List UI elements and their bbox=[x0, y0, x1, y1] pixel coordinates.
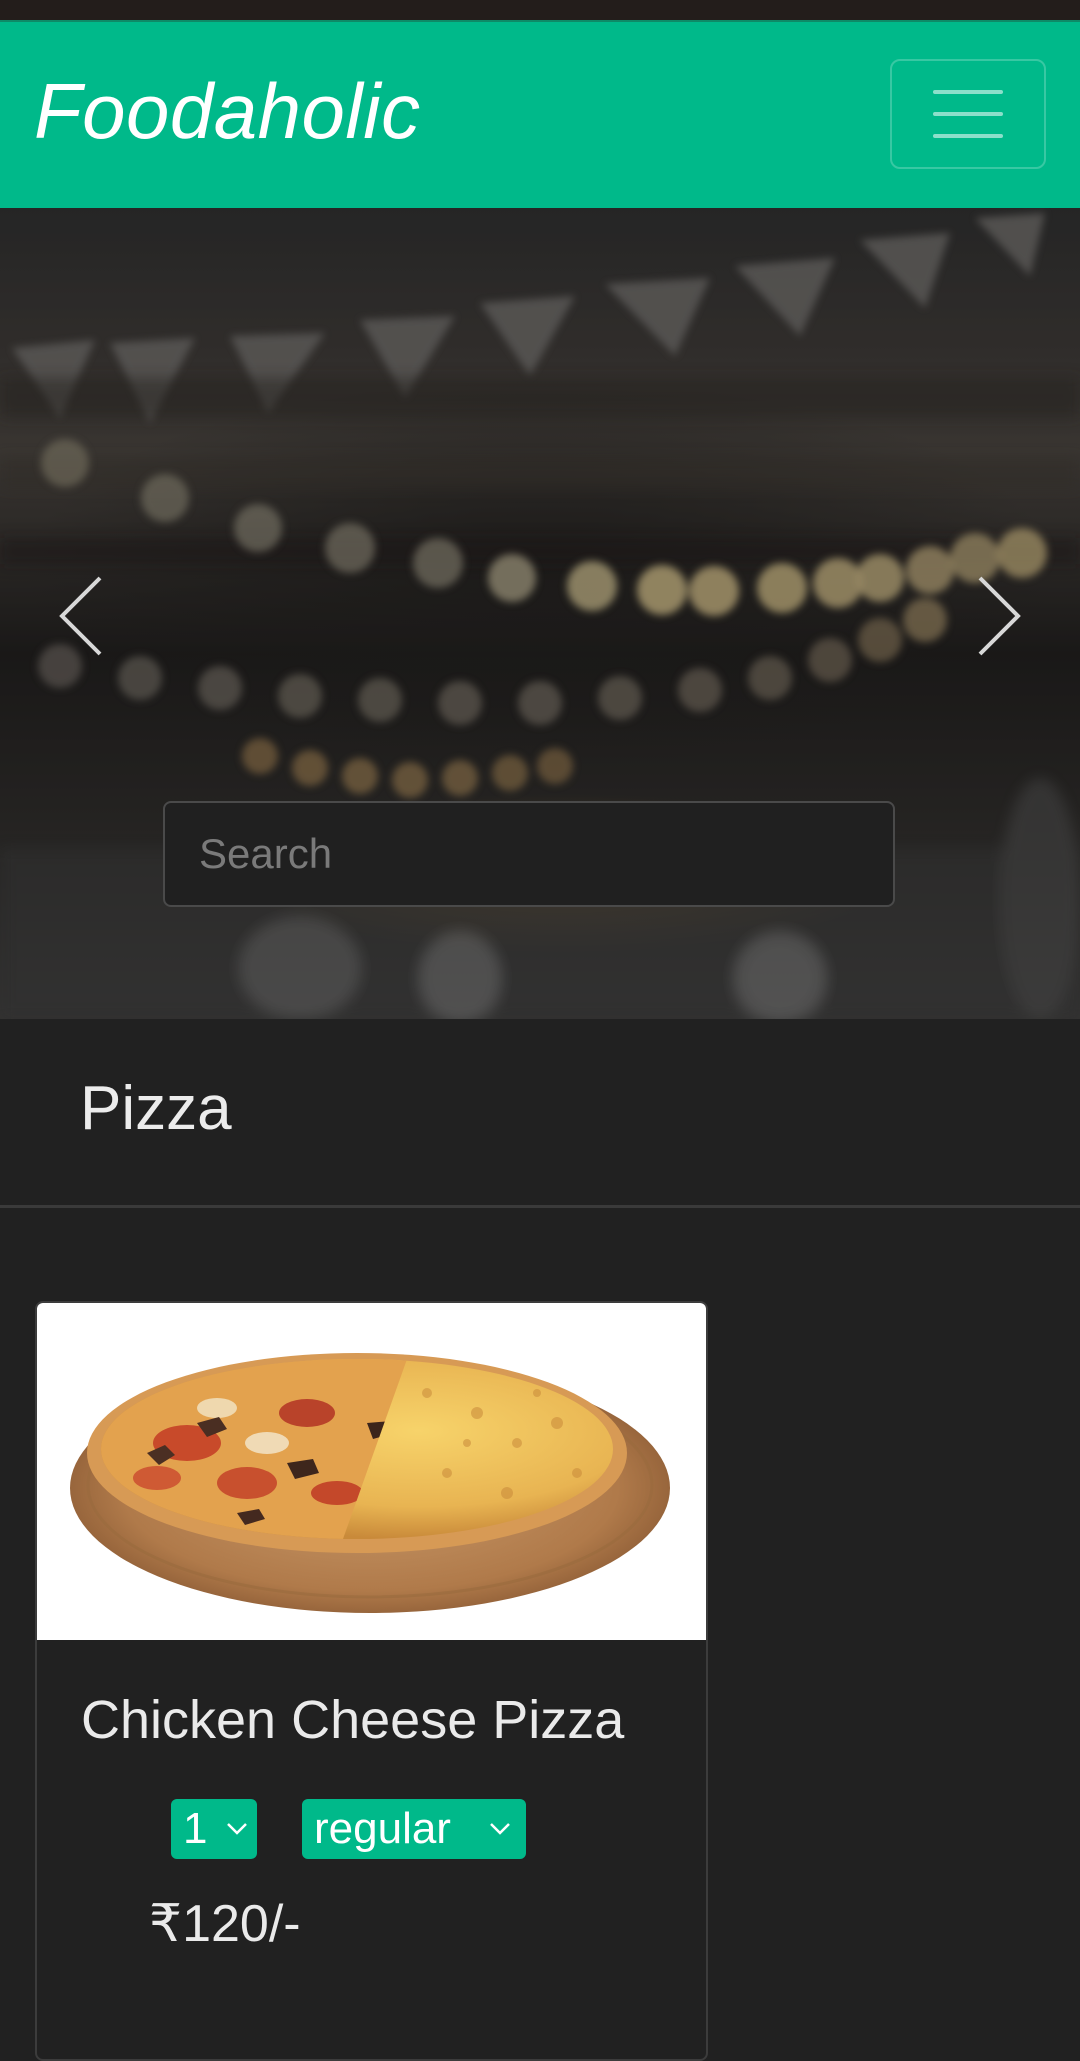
chevron-left-icon bbox=[59, 576, 102, 656]
chevron-right-icon bbox=[978, 576, 1021, 656]
search-input[interactable] bbox=[163, 801, 895, 907]
section-divider bbox=[0, 1205, 1080, 1208]
item-name: Chicken Cheese Pizza bbox=[81, 1690, 625, 1750]
quantity-select[interactable]: 1 bbox=[171, 1799, 257, 1859]
chevron-down-icon bbox=[227, 1823, 247, 1835]
carousel-next-button[interactable] bbox=[960, 566, 1030, 666]
navbar: Foodaholic bbox=[0, 20, 1080, 208]
status-strip bbox=[0, 0, 1080, 20]
quantity-value: 1 bbox=[183, 1804, 208, 1853]
size-select[interactable]: regular bbox=[302, 1799, 526, 1859]
chevron-down-icon bbox=[490, 1823, 510, 1835]
hamburger-menu-icon bbox=[933, 90, 1003, 138]
brand-logo[interactable]: Foodaholic bbox=[34, 72, 421, 150]
carousel-prev-button[interactable] bbox=[50, 566, 120, 666]
hero-carousel bbox=[0, 208, 1080, 1019]
food-item-card: Chicken Cheese Pizza 1 regular ₹120/- bbox=[35, 1301, 708, 2061]
category-title: Pizza bbox=[80, 1074, 232, 1143]
pizza-image bbox=[37, 1303, 706, 1640]
size-value: regular bbox=[314, 1804, 451, 1853]
navbar-toggle-button[interactable] bbox=[890, 59, 1046, 169]
item-price: ₹120/- bbox=[149, 1895, 301, 1953]
